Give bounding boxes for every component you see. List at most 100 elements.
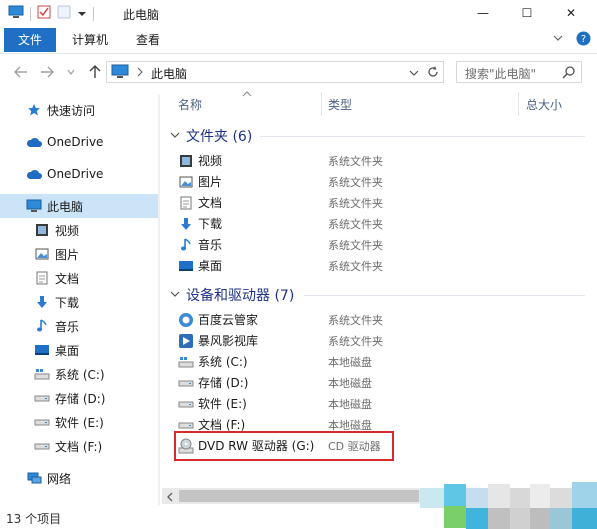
drive-icon bbox=[178, 396, 194, 412]
column-header-type[interactable]: 类型 bbox=[328, 96, 352, 113]
close-button[interactable]: ✕ bbox=[550, 0, 592, 26]
list-item[interactable]: 音乐 系统文件夹 bbox=[178, 234, 438, 255]
group-header-folders[interactable]: 文件夹 (6) bbox=[170, 126, 252, 146]
divider bbox=[304, 295, 585, 296]
breadcrumb[interactable]: 此电脑 bbox=[151, 65, 187, 82]
item-type: 系统文件夹 bbox=[328, 334, 383, 348]
new-folder-icon[interactable] bbox=[57, 5, 71, 22]
address-bar[interactable]: 此电脑 bbox=[106, 61, 444, 83]
search-input[interactable]: 搜索"此电脑" bbox=[456, 61, 582, 83]
item-name: 桌面 bbox=[198, 259, 223, 273]
help-icon[interactable]: ? bbox=[576, 31, 591, 49]
picture-icon bbox=[34, 246, 50, 262]
item-name: 百度云管家 bbox=[198, 313, 259, 327]
sidebar-item-label: 系统 (C:) bbox=[55, 367, 105, 382]
forward-arrow-icon[interactable] bbox=[38, 64, 56, 80]
sidebar-item-quick-access[interactable]: 快速访问 bbox=[0, 98, 158, 122]
item-name: 图片 bbox=[198, 175, 223, 189]
quick-access-toolbar bbox=[8, 5, 94, 22]
sidebar-item-drive-d[interactable]: 存储 (D:) bbox=[0, 386, 158, 410]
search-placeholder: 搜索"此电脑" bbox=[465, 67, 537, 81]
item-name: 暴风影视库 bbox=[198, 334, 259, 348]
item-name: 软件 (E:) bbox=[198, 397, 247, 411]
picture-icon bbox=[178, 174, 194, 190]
download-icon bbox=[34, 294, 50, 310]
sidebar-item-documents[interactable]: 文档 bbox=[0, 266, 158, 290]
item-type: 本地磁盘 bbox=[328, 355, 372, 369]
item-type: 系统文件夹 bbox=[328, 175, 383, 189]
group-header-devices[interactable]: 设备和驱动器 (7) bbox=[170, 285, 294, 305]
computer-icon[interactable] bbox=[8, 5, 24, 22]
sidebar-item-label: 音乐 bbox=[55, 319, 80, 334]
item-type: 本地磁盘 bbox=[328, 397, 372, 411]
address-dropdown-icon[interactable] bbox=[409, 67, 419, 81]
list-item[interactable]: 暴风影视库 系统文件夹 bbox=[178, 330, 438, 351]
divider bbox=[93, 6, 94, 21]
pixelated-overlay bbox=[400, 470, 597, 529]
group-title: 文件夹 (6) bbox=[186, 129, 253, 145]
back-arrow-icon[interactable] bbox=[12, 64, 30, 80]
chevron-down-icon[interactable] bbox=[170, 287, 180, 303]
list-item[interactable]: 文档 系统文件夹 bbox=[178, 192, 438, 213]
drive-icon bbox=[34, 390, 50, 406]
computer-icon bbox=[26, 198, 42, 214]
drive-icon bbox=[34, 414, 50, 430]
document-icon bbox=[34, 270, 50, 286]
chevron-down-icon[interactable] bbox=[77, 7, 87, 21]
tab-view[interactable]: 查看 bbox=[124, 28, 172, 52]
tab-file[interactable]: 文件 bbox=[4, 28, 56, 52]
sidebar-item-drive-e[interactable]: 软件 (E:) bbox=[0, 410, 158, 434]
sidebar-item-this-pc[interactable]: 此电脑 bbox=[0, 194, 158, 218]
chevron-down-icon[interactable] bbox=[170, 128, 180, 144]
desktop-icon bbox=[178, 258, 194, 274]
highlight-box bbox=[174, 431, 394, 461]
music-icon bbox=[178, 237, 194, 253]
column-header-name[interactable]: 名称 bbox=[178, 96, 202, 113]
list-item[interactable]: 百度云管家 系统文件夹 bbox=[178, 309, 438, 330]
windows-drive-icon bbox=[34, 366, 50, 382]
sidebar-item-pictures[interactable]: 图片 bbox=[0, 242, 158, 266]
sidebar-item-music[interactable]: 音乐 bbox=[0, 314, 158, 338]
minimize-button[interactable]: — bbox=[462, 0, 504, 26]
refresh-icon[interactable] bbox=[426, 65, 440, 82]
list-item[interactable]: 下载 系统文件夹 bbox=[178, 213, 438, 234]
sidebar-item-drive-c[interactable]: 系统 (C:) bbox=[0, 362, 158, 386]
sidebar-item-desktop[interactable]: 桌面 bbox=[0, 338, 158, 362]
video-icon bbox=[34, 222, 50, 238]
sidebar-item-videos[interactable]: 视频 bbox=[0, 218, 158, 242]
scroll-left-icon[interactable] bbox=[166, 491, 174, 505]
column-divider[interactable] bbox=[321, 92, 322, 116]
breadcrumb-separator-icon[interactable] bbox=[136, 66, 144, 80]
list-item[interactable]: 图片 系统文件夹 bbox=[178, 171, 438, 192]
item-name: 视频 bbox=[198, 154, 223, 168]
list-item[interactable]: 存储 (D:) 本地磁盘 bbox=[178, 372, 438, 393]
search-icon[interactable] bbox=[562, 65, 576, 82]
sidebar-item-onedrive[interactable]: OneDrive bbox=[0, 130, 158, 154]
list-item[interactable]: 系统 (C:) 本地磁盘 bbox=[178, 351, 438, 372]
ribbon-collapse-icon[interactable] bbox=[552, 32, 564, 47]
group-title: 设备和驱动器 (7) bbox=[186, 288, 295, 304]
divider bbox=[30, 6, 31, 21]
sidebar-item-downloads[interactable]: 下载 bbox=[0, 290, 158, 314]
tab-computer[interactable]: 计算机 bbox=[60, 28, 120, 52]
sidebar-item-network[interactable]: 网络 bbox=[0, 466, 158, 490]
sidebar-item-drive-f[interactable]: 文档 (F:) bbox=[0, 434, 158, 458]
list-item[interactable]: 视频 系统文件夹 bbox=[178, 150, 438, 171]
item-count: 13 个项目 bbox=[6, 512, 62, 526]
list-item[interactable]: 桌面 系统文件夹 bbox=[178, 255, 438, 276]
sidebar-item-onedrive[interactable]: OneDrive bbox=[0, 162, 158, 186]
cloud-icon bbox=[26, 166, 42, 182]
list-item[interactable]: 软件 (E:) 本地磁盘 bbox=[178, 393, 438, 414]
column-header-size[interactable]: 总大小 bbox=[526, 96, 562, 113]
sidebar-item-label: 此电脑 bbox=[47, 199, 84, 214]
item-type: 系统文件夹 bbox=[328, 238, 383, 252]
properties-icon[interactable] bbox=[37, 5, 51, 22]
up-arrow-icon[interactable] bbox=[86, 64, 104, 80]
recent-chevron-icon[interactable] bbox=[62, 64, 80, 80]
document-icon bbox=[178, 195, 194, 211]
scrollbar-thumb[interactable] bbox=[179, 490, 419, 502]
network-icon bbox=[26, 470, 42, 486]
maximize-button[interactable]: ☐ bbox=[506, 0, 548, 26]
column-divider[interactable] bbox=[518, 92, 519, 116]
sidebar-scrollbar[interactable] bbox=[158, 94, 160, 506]
